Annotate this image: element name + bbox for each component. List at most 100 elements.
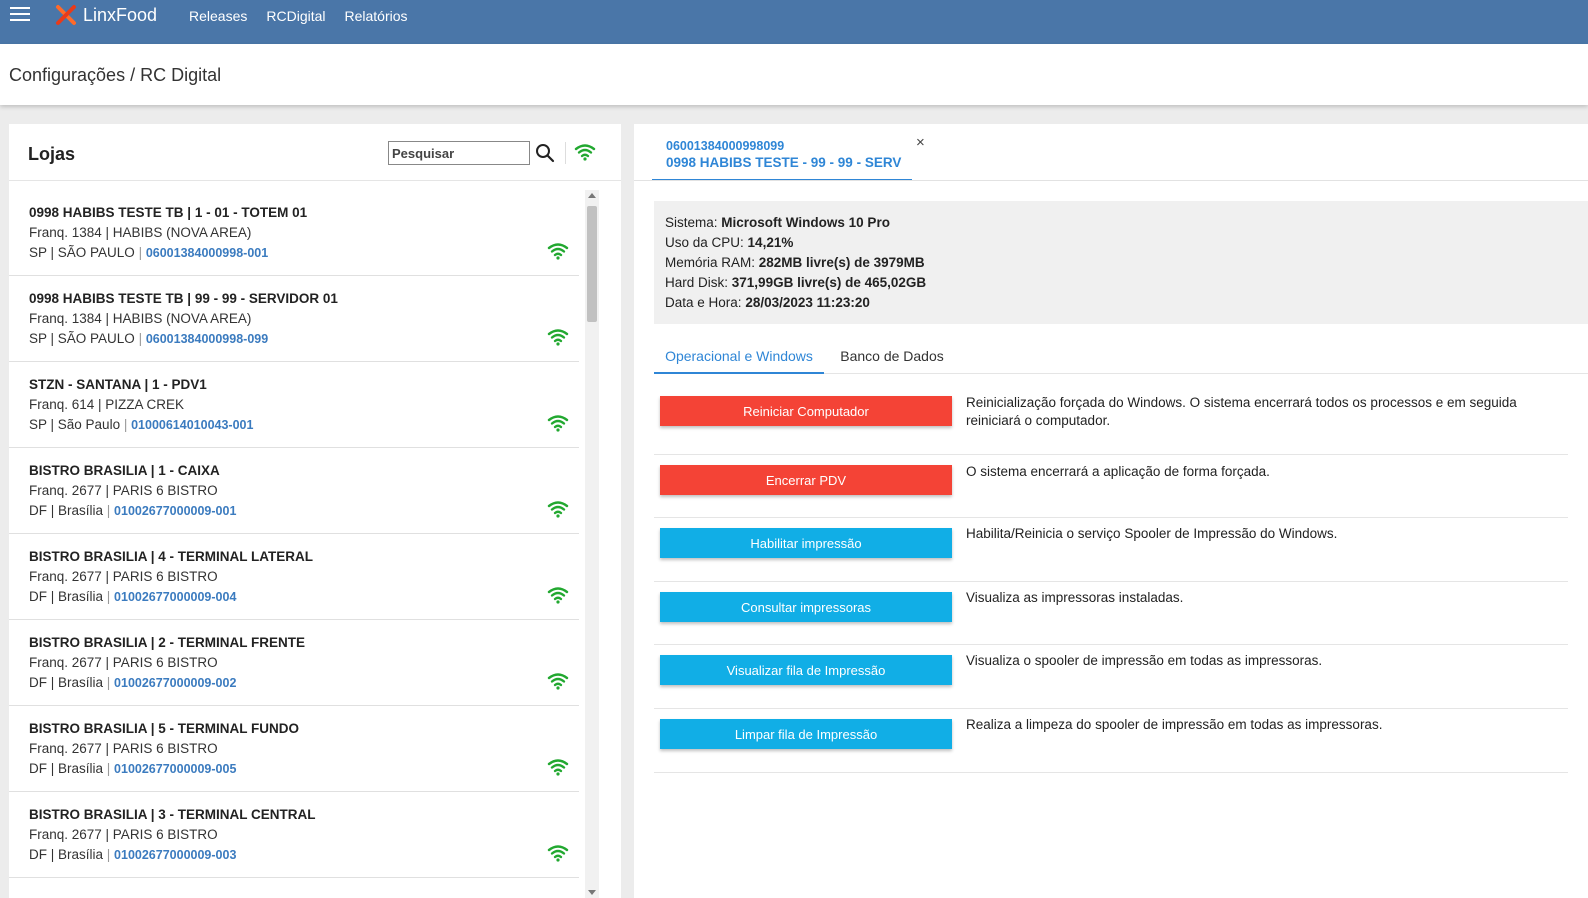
action-description: Reinicialização forçada do Windows. O si… bbox=[966, 395, 1517, 428]
action-description: O sistema encerrará a aplicação de forma… bbox=[966, 464, 1270, 479]
sysinfo-label: Hard Disk: bbox=[665, 275, 729, 290]
sysinfo-row: Hard Disk: 371,99GB livre(s) de 465,02GB bbox=[665, 273, 1588, 293]
separator: | bbox=[103, 847, 115, 862]
separator: | bbox=[103, 761, 115, 776]
store-franchise: Franq. 2677 | PARIS 6 BISTRO bbox=[29, 655, 218, 670]
search-input[interactable] bbox=[388, 141, 530, 165]
store-code: 01002677000009-001 bbox=[114, 504, 237, 518]
wifi-icon bbox=[547, 242, 569, 260]
action-button[interactable]: Habilitar impressão bbox=[660, 528, 952, 558]
nav-releases[interactable]: Releases bbox=[189, 8, 247, 24]
store-code: 01002677000009-003 bbox=[114, 848, 237, 862]
wifi-icon bbox=[547, 844, 569, 862]
store-item[interactable]: 0998 HABIBS TESTE TB | 1 - 01 - TOTEM 01… bbox=[9, 190, 579, 276]
store-franchise: Franq. 1384 | HABIBS (NOVA AREA) bbox=[29, 311, 252, 326]
store-list-scrollbar[interactable] bbox=[585, 190, 599, 898]
action-row: Habilitar impressão Habilita/Reinicia o s… bbox=[654, 518, 1568, 582]
sysinfo-value: Microsoft Windows 10 Pro bbox=[721, 215, 890, 230]
store-item[interactable]: BISTRO BRASILIA | 5 - TERMINAL FUNDO Fran… bbox=[9, 706, 579, 792]
wifi-icon[interactable] bbox=[574, 143, 596, 161]
store-item[interactable]: BISTRO BRASILIA | 2 - TERMINAL FRENTE Fra… bbox=[9, 620, 579, 706]
device-tab-code: 06001384000998099 bbox=[666, 139, 785, 153]
store-location: DF | Brasília bbox=[29, 503, 104, 518]
store-franchise: Franq. 2677 | PARIS 6 BISTRO bbox=[29, 741, 218, 756]
store-franchise: Franq. 2677 | PARIS 6 BISTRO bbox=[29, 569, 218, 584]
wifi-icon bbox=[547, 328, 569, 346]
top-navbar: LinxFood Releases RCDigital Relatórios bbox=[0, 0, 1588, 44]
action-row: Limpar fila de Impressão Realiza a limpez… bbox=[654, 709, 1568, 773]
page-header: Configurações / RC Digital bbox=[0, 44, 1588, 105]
store-code: 01002677000009-004 bbox=[114, 590, 237, 604]
scroll-up-arrow-icon[interactable] bbox=[588, 193, 596, 198]
store-location-line: DF | Brasília | 01002677000009-002 bbox=[29, 673, 579, 693]
store-location: SP | São Paulo bbox=[29, 417, 121, 432]
wifi-icon bbox=[547, 414, 569, 432]
scroll-thumb[interactable] bbox=[587, 206, 597, 322]
action-button[interactable]: Consultar impressoras bbox=[660, 592, 952, 622]
store-location-line: DF | Brasília | 01002677000009-001 bbox=[29, 501, 579, 521]
store-location: SP | SÃO PAULO bbox=[29, 331, 135, 346]
page-title: Configurações / RC Digital bbox=[9, 65, 222, 85]
store-name: 0998 HABIBS TESTE TB | 1 - 01 - TOTEM 01 bbox=[29, 205, 308, 220]
action-button[interactable]: Limpar fila de Impressão bbox=[660, 719, 952, 749]
tab-operacional-windows[interactable]: Operacional e Windows bbox=[654, 340, 824, 374]
wifi-icon bbox=[547, 758, 569, 776]
store-item[interactable]: BISTRO BRASILIA | 4 - TERMINAL LATERAL Fr… bbox=[9, 534, 579, 620]
menu-icon[interactable] bbox=[10, 7, 30, 23]
store-code: 06001384000998-001 bbox=[145, 246, 269, 260]
wifi-icon bbox=[547, 500, 569, 518]
store-location-line: DF | Brasília | 01002677000009-004 bbox=[29, 587, 579, 607]
store-code: 01002677000009-005 bbox=[114, 762, 237, 776]
tab-banco-de-dados[interactable]: Banco de Dados bbox=[830, 340, 954, 374]
store-name: BISTRO BRASILIA | 1 - CAIXA bbox=[29, 463, 220, 478]
action-description: Visualiza as impressoras instaladas. bbox=[966, 590, 1184, 605]
actions-list: Reiniciar Computador Reinicialização forç… bbox=[654, 386, 1568, 773]
stores-panel: Lojas 0998 HABIBS TESTE TB | 1 - 01 - TO… bbox=[9, 124, 621, 898]
separator: | bbox=[103, 503, 115, 518]
separator: | bbox=[103, 589, 115, 604]
device-tab[interactable]: 06001384000998099 0998 HABIBS TESTE - 99… bbox=[652, 124, 925, 181]
nav-rcdigital[interactable]: RCDigital bbox=[266, 8, 325, 24]
action-button[interactable]: Reiniciar Computador bbox=[660, 396, 952, 426]
action-row: Reiniciar Computador Reinicialização forç… bbox=[654, 386, 1568, 455]
store-item[interactable]: 0998 HABIBS TESTE TB | 99 - 99 - SERVIDO… bbox=[9, 276, 579, 362]
scroll-down-arrow-icon[interactable] bbox=[588, 890, 596, 895]
nav-relatorios[interactable]: Relatórios bbox=[345, 8, 408, 24]
action-button[interactable]: Visualizar fila de Impressão bbox=[660, 655, 952, 685]
store-franchise: Franq. 1384 | HABIBS (NOVA AREA) bbox=[29, 225, 252, 240]
store-name: STZN - SANTANA | 1 - PDV1 bbox=[29, 377, 207, 392]
store-location: DF | Brasília bbox=[29, 675, 104, 690]
store-code: 01000614010043-001 bbox=[131, 418, 254, 432]
header-divider bbox=[565, 142, 566, 164]
sysinfo-row: Data e Hora: 28/03/2023 11:23:20 bbox=[665, 293, 1588, 313]
store-location: DF | Brasília bbox=[29, 589, 104, 604]
store-location-line: SP | São Paulo | 01000614010043-001 bbox=[29, 415, 579, 435]
separator: | bbox=[103, 675, 115, 690]
store-item[interactable]: STZN - SANTANA | 1 - PDV1 Franq. 614 | PI… bbox=[9, 362, 579, 448]
sysinfo-row: Memória RAM: 282MB livre(s) de 3979MB bbox=[665, 253, 1588, 273]
store-location: SP | SÃO PAULO bbox=[29, 245, 135, 260]
store-name: BISTRO BRASILIA | 2 - TERMINAL FRENTE bbox=[29, 635, 306, 650]
store-item[interactable]: BISTRO BRASILIA | 3 - TERMINAL CENTRAL Fr… bbox=[9, 792, 579, 878]
sysinfo-label: Sistema: bbox=[665, 215, 718, 230]
sysinfo-row: Uso da CPU: 14,21% bbox=[665, 233, 1588, 253]
store-franchise: Franq. 614 | PIZZA CREK bbox=[29, 397, 185, 412]
sysinfo-row: Sistema: Microsoft Windows 10 Pro bbox=[665, 213, 1588, 233]
sysinfo-label: Memória RAM: bbox=[665, 255, 756, 270]
sysinfo-label: Data e Hora: bbox=[665, 295, 742, 310]
store-location: DF | Brasília bbox=[29, 847, 104, 862]
store-name: BISTRO BRASILIA | 4 - TERMINAL LATERAL bbox=[29, 549, 314, 564]
store-location-line: SP | SÃO PAULO | 06001384000998-099 bbox=[29, 329, 579, 349]
store-code: 06001384000998-099 bbox=[145, 332, 269, 346]
detail-panel: 06001384000998099 0998 HABIBS TESTE - 99… bbox=[634, 124, 1588, 898]
wifi-icon bbox=[547, 586, 569, 604]
divider bbox=[9, 180, 621, 181]
action-button[interactable]: Encerrar PDV bbox=[660, 465, 952, 495]
store-item[interactable]: BISTRO BRASILIA | 1 - CAIXA Franq. 2677 |… bbox=[9, 448, 579, 534]
brand-logo[interactable]: LinxFood bbox=[55, 4, 157, 26]
detail-subtabs: Operacional e Windows Banco de Dados bbox=[654, 340, 1588, 374]
search-icon[interactable] bbox=[535, 143, 555, 163]
close-icon[interactable]: × bbox=[916, 134, 925, 151]
store-code: 01002677000009-002 bbox=[114, 676, 237, 690]
device-tab-name: 0998 HABIBS TESTE - 99 - 99 - SERV bbox=[666, 155, 902, 170]
